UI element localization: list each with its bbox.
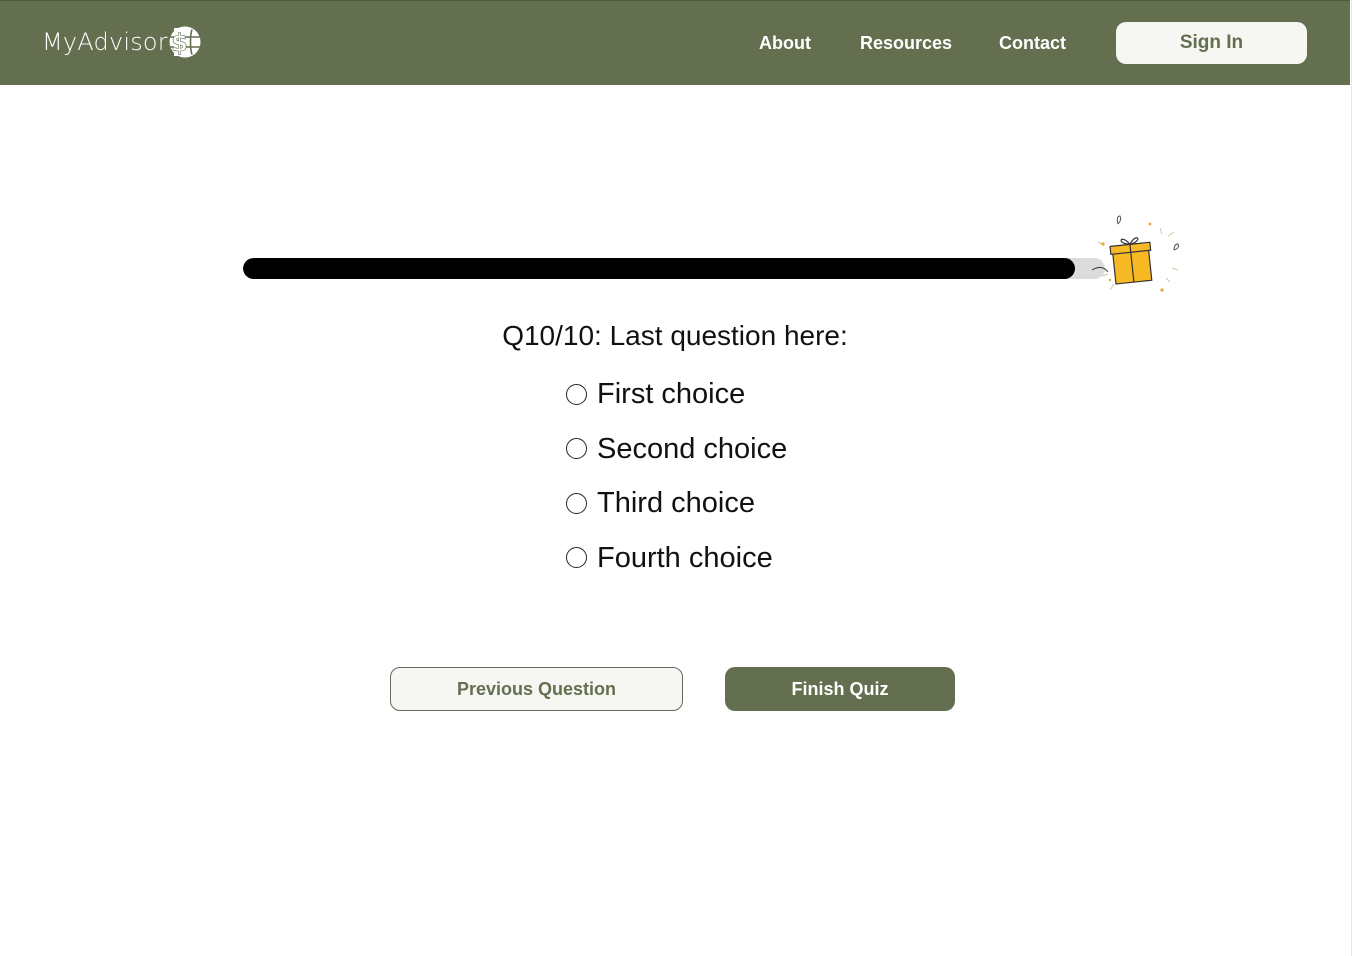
gift-icon [1091, 215, 1179, 292]
radio-button[interactable] [566, 547, 587, 568]
quiz-page: MyAdvisor $ About Resources Contact Sign… [0, 0, 1352, 956]
top-nav-bar: MyAdvisor $ About Resources Contact Sign… [0, 0, 1350, 85]
finish-quiz-button[interactable]: Finish Quiz [725, 667, 955, 711]
radio-button[interactable] [566, 383, 587, 405]
nav-about-link[interactable]: About [759, 31, 811, 55]
sign-in-button[interactable]: Sign In [1116, 22, 1307, 64]
choice-option[interactable]: Fourth choice [566, 540, 787, 576]
choice-label: Third choice [597, 487, 755, 519]
globe-dollar-icon: $ [169, 26, 201, 58]
radio-button[interactable] [566, 438, 587, 459]
choice-option[interactable]: Second choice [566, 431, 787, 467]
quiz-progress-bar [243, 258, 1105, 279]
choice-label: Second choice [597, 432, 788, 465]
answer-choices: First choice Second choice Third choice … [566, 376, 787, 594]
nav-contact-link[interactable]: Contact [999, 31, 1066, 55]
choice-label: Fourth choice [597, 541, 773, 574]
question-title: Q10/10: Last question here: [502, 320, 848, 351]
previous-question-button[interactable]: Previous Question [390, 667, 683, 711]
brand-name: MyAdvisor [42, 28, 168, 56]
choice-option[interactable]: Third choice [566, 485, 787, 521]
choice-label: First choice [597, 378, 746, 410]
choice-option[interactable]: First choice [566, 376, 787, 412]
quiz-progress-fill [243, 258, 1075, 279]
brand-logo-link[interactable]: MyAdvisor $ [42, 22, 202, 62]
svg-text:$: $ [171, 29, 188, 57]
radio-button[interactable] [566, 492, 587, 514]
nav-resources-link[interactable]: Resources [860, 31, 952, 55]
